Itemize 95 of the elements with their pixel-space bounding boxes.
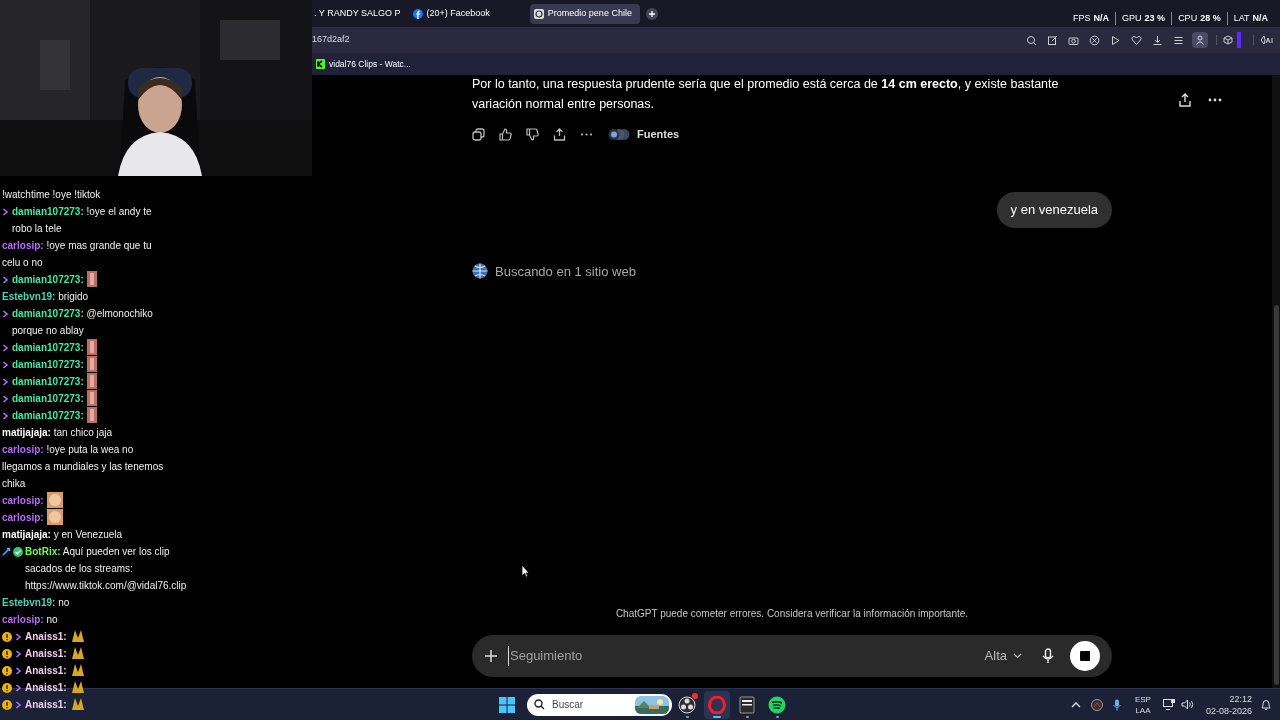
disclaimer-text: ChatGPT puede cometer errores. Considera verificar la información importante.: [615, 607, 969, 621]
list-icon[interactable]: [1173, 34, 1184, 46]
message-input[interactable]: Seguimiento: [508, 646, 975, 666]
composer-field[interactable]: Seguimiento Alta: [472, 635, 1112, 677]
mouse-pointer-icon: [521, 564, 530, 578]
sword-icon: [2, 547, 11, 556]
microphone-icon[interactable]: [1112, 698, 1121, 711]
chat-username: Anaiss1:: [25, 698, 67, 712]
browser-tab[interactable]: . Y RANDY SALGO P: [312, 3, 403, 24]
chat-message: Estebvn19: brigido: [2, 290, 90, 304]
source-logos-icon: [607, 127, 631, 141]
chat-username: damian107273:: [12, 341, 84, 355]
bookmark-link[interactable]: vidal76 Clips - Watc...: [316, 57, 411, 71]
browser-tab[interactable]: (20+) Facebook: [410, 3, 492, 24]
chat-message: matijajaja: tan chico jaja: [2, 426, 114, 440]
answer-text: Por lo tanto, una respuesta prudente sería que el promedio está cerca de 14 cm erecto, y existe bastante variación normal entre personas.: [472, 76, 1060, 113]
share-icon[interactable]: [1178, 93, 1192, 107]
sources-button[interactable]: Fuentes: [607, 125, 680, 143]
cube-icon[interactable]: [1223, 35, 1233, 45]
chat-username: damian107273:: [12, 358, 84, 372]
chat-message: damian107273: @elmonochiko porque no ablay: [12, 307, 154, 338]
chat-logo-icon: [533, 8, 544, 19]
person-icon: [1195, 35, 1205, 45]
warning-badge-icon: [2, 632, 12, 642]
volume-icon[interactable]: [1180, 699, 1194, 710]
chat-message: carlosip: !oye mas grande que tu celu o no: [2, 239, 153, 270]
subscriber-icon: [2, 275, 9, 285]
chat-message: Estebvn19: no: [2, 596, 71, 610]
chat-username: Anaiss1:: [25, 681, 67, 695]
plus-icon: [647, 9, 656, 18]
chat-username: Anaiss1:: [25, 630, 67, 644]
share-icon[interactable]: [553, 127, 566, 141]
warning-badge-icon: [2, 666, 12, 676]
chevron-down-icon: [1013, 653, 1022, 659]
network-icon[interactable]: [1162, 699, 1175, 710]
kick-logo-icon: [316, 59, 325, 69]
stop-icon: [1080, 651, 1090, 661]
verified-icon: [13, 547, 23, 557]
notification-bell-icon[interactable]: [1260, 698, 1272, 711]
chat-username: damian107273:: [12, 273, 84, 287]
clock[interactable]: 22:12 02-08-2026: [1205, 692, 1252, 717]
windows-start-icon[interactable]: [499, 696, 515, 713]
accent-bar: [1237, 32, 1241, 48]
play-icon[interactable]: [1110, 34, 1121, 46]
profile-button[interactable]: [1192, 32, 1208, 48]
stat-label: FPS: [1073, 11, 1091, 25]
plus-icon[interactable]: [484, 649, 498, 663]
stat-value: 28 %: [1200, 11, 1221, 25]
chat-username: damian107273:: [12, 409, 84, 423]
warning-badge-icon: [2, 700, 12, 710]
globe-icon: [472, 263, 488, 280]
warning-badge-icon: [2, 683, 12, 693]
camera-icon[interactable]: [1068, 34, 1079, 46]
user-message-bubble: y en venezuela: [996, 192, 1112, 228]
chat-username: Anaiss1:: [25, 664, 67, 678]
chat-message: carlosip: !oye puta la wea no llegamos a mundiales y las tenemos chika: [2, 443, 165, 491]
copy-icon[interactable]: [472, 127, 485, 141]
microphone-icon[interactable]: [1042, 648, 1054, 664]
block-icon[interactable]: [1089, 34, 1100, 46]
stop-button[interactable]: [1070, 641, 1100, 671]
search-icon[interactable]: [1026, 34, 1037, 46]
chat-username: Anaiss1:: [25, 647, 67, 661]
stat-value: 23 %: [1144, 11, 1166, 25]
chat-message: carlosip: no: [2, 613, 59, 627]
stat-value: N/A: [1252, 11, 1268, 25]
subscriber-icon: [2, 309, 9, 319]
stat-value: N/A: [1093, 11, 1110, 25]
stat-label: LAT: [1233, 11, 1250, 25]
edit-icon[interactable]: [1047, 34, 1058, 46]
warning-badge-icon: [2, 649, 12, 659]
stat-label: GPU: [1122, 11, 1142, 25]
search-status: Buscando en 1 sitio web: [495, 262, 636, 281]
chat-username: damian107273:: [12, 392, 84, 406]
search-icon: [534, 699, 545, 710]
model-selector[interactable]: Alta: [984, 646, 1022, 666]
opera-app-button[interactable]: [704, 690, 730, 719]
subscriber-icon: [2, 207, 9, 217]
new-tab-button[interactable]: [645, 7, 658, 20]
stat-label: CPU: [1178, 11, 1198, 25]
heart-icon[interactable]: [1131, 34, 1142, 46]
chat-username: damian107273:: [12, 375, 84, 389]
browser-tab[interactable]: Promedio pene Chile: [529, 3, 640, 24]
chat-message: !watchtime !oye !tiktok: [2, 188, 102, 202]
chat-username: carlosip:: [2, 494, 44, 508]
chat-message: matijajaja: y en Venezuela: [2, 528, 124, 542]
taskbar-search-field[interactable]: Buscar: [527, 693, 672, 716]
thumbs-down-icon[interactable]: [526, 127, 539, 141]
thumbs-up-icon[interactable]: [499, 127, 512, 141]
chat-message: damian107273: !oye el andy te robo la tele: [12, 205, 153, 236]
language-indicator[interactable]: ESP LAA: [1134, 693, 1151, 716]
chat-username: carlosip:: [2, 511, 44, 525]
download-icon[interactable]: [1152, 34, 1163, 46]
facebook-icon: [412, 8, 423, 19]
chevron-up-icon[interactable]: [1070, 701, 1081, 708]
tray-app-icon[interactable]: [1090, 698, 1103, 711]
